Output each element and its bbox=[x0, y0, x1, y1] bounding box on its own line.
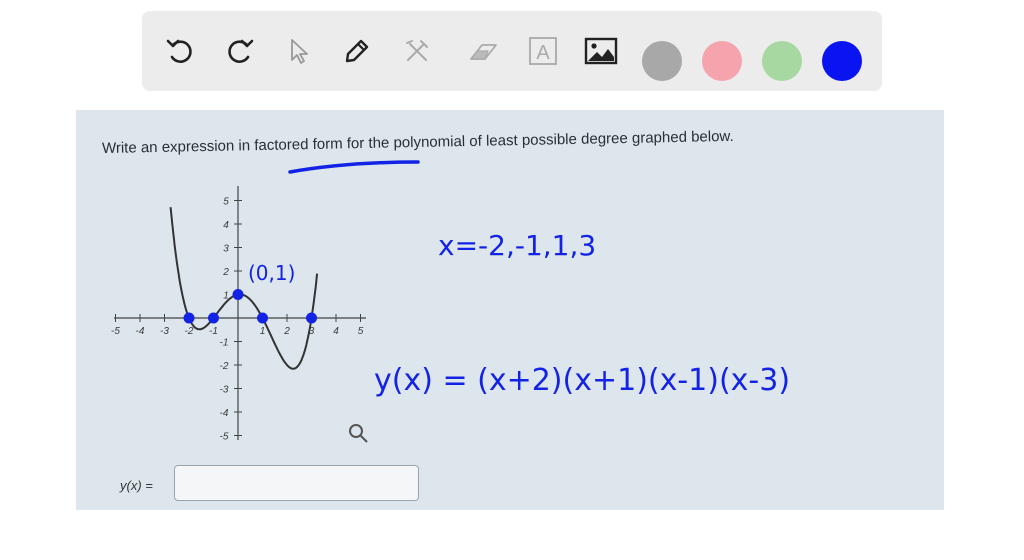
y-tick-label: -5 bbox=[220, 432, 229, 443]
color-swatch-blue[interactable] bbox=[822, 41, 862, 81]
eraser-icon bbox=[469, 44, 497, 60]
y-tick-label: -4 bbox=[220, 408, 229, 419]
tools-button[interactable] bbox=[398, 32, 436, 70]
roots-annotation: x=-2,-1,1,3 bbox=[438, 229, 596, 262]
y-intercept-point bbox=[232, 289, 244, 300]
worksheet-photo: Write an expression in factored form for… bbox=[76, 110, 944, 510]
pen-button[interactable] bbox=[338, 32, 376, 70]
y-tick-label: -2 bbox=[220, 361, 229, 372]
polynomial-graph: -5 -4 -3 -2 -1 1 2 3 4 512345-1-2-3-4-5 (0,1) x=-… bbox=[111, 160, 790, 443]
color-swatch-pink[interactable] bbox=[702, 41, 742, 81]
zoom-icon bbox=[349, 424, 368, 443]
answer-input[interactable] bbox=[174, 465, 419, 501]
y-tick-label: -3 bbox=[220, 385, 229, 396]
image-icon bbox=[584, 37, 618, 65]
y-tick-label: 4 bbox=[223, 220, 229, 231]
redo-button[interactable] bbox=[220, 32, 258, 70]
x-tick-label: 2 bbox=[283, 326, 290, 337]
tick-labels: -5 -4 -3 -2 -1 1 2 3 4 512345-1-2-3-4-5 bbox=[111, 197, 364, 443]
root-point bbox=[257, 312, 268, 324]
root-point bbox=[183, 312, 195, 324]
polynomial-curve bbox=[169, 207, 319, 370]
image-button[interactable] bbox=[582, 32, 620, 70]
color-swatch-green[interactable] bbox=[762, 41, 802, 81]
y-tick-label: -1 bbox=[220, 338, 229, 349]
drawing-toolbar: A bbox=[142, 11, 882, 91]
pencil-icon bbox=[345, 39, 369, 63]
y-tick-label: 3 bbox=[223, 244, 229, 255]
redo-icon bbox=[228, 39, 254, 63]
x-tick-label: -3 bbox=[160, 326, 169, 337]
x-tick-label: 4 bbox=[333, 326, 339, 337]
text-box-icon: A bbox=[529, 37, 557, 65]
undo-button[interactable] bbox=[162, 32, 200, 70]
undo-icon bbox=[166, 39, 192, 63]
x-tick-label: -4 bbox=[136, 326, 145, 337]
x-tick-label: 5 bbox=[358, 326, 364, 337]
root-point bbox=[306, 312, 317, 324]
y-tick-label: 2 bbox=[222, 267, 229, 278]
answer-label: y(x) = bbox=[120, 478, 153, 493]
root-point bbox=[208, 312, 219, 324]
answer-annotation: y(x) = (x+2)(x+1)(x-1)(x-3) bbox=[374, 363, 790, 398]
handwritten-underline bbox=[288, 160, 420, 174]
y-tick-label: 5 bbox=[223, 197, 229, 208]
text-button[interactable]: A bbox=[524, 32, 562, 70]
text-tool-letter: A bbox=[536, 42, 550, 64]
x-tick-label: -1 bbox=[209, 326, 218, 337]
eraser-button[interactable] bbox=[464, 32, 502, 70]
x-tick-label: -5 bbox=[111, 326, 120, 337]
cursor-icon bbox=[291, 39, 308, 64]
x-tick-label: -2 bbox=[185, 326, 194, 337]
x-tick-label: 1 bbox=[260, 326, 266, 337]
point-label: (0,1) bbox=[248, 261, 295, 285]
hammer-wrench-icon bbox=[406, 40, 428, 61]
select-button[interactable] bbox=[280, 32, 318, 70]
color-swatch-gray[interactable] bbox=[642, 41, 682, 81]
